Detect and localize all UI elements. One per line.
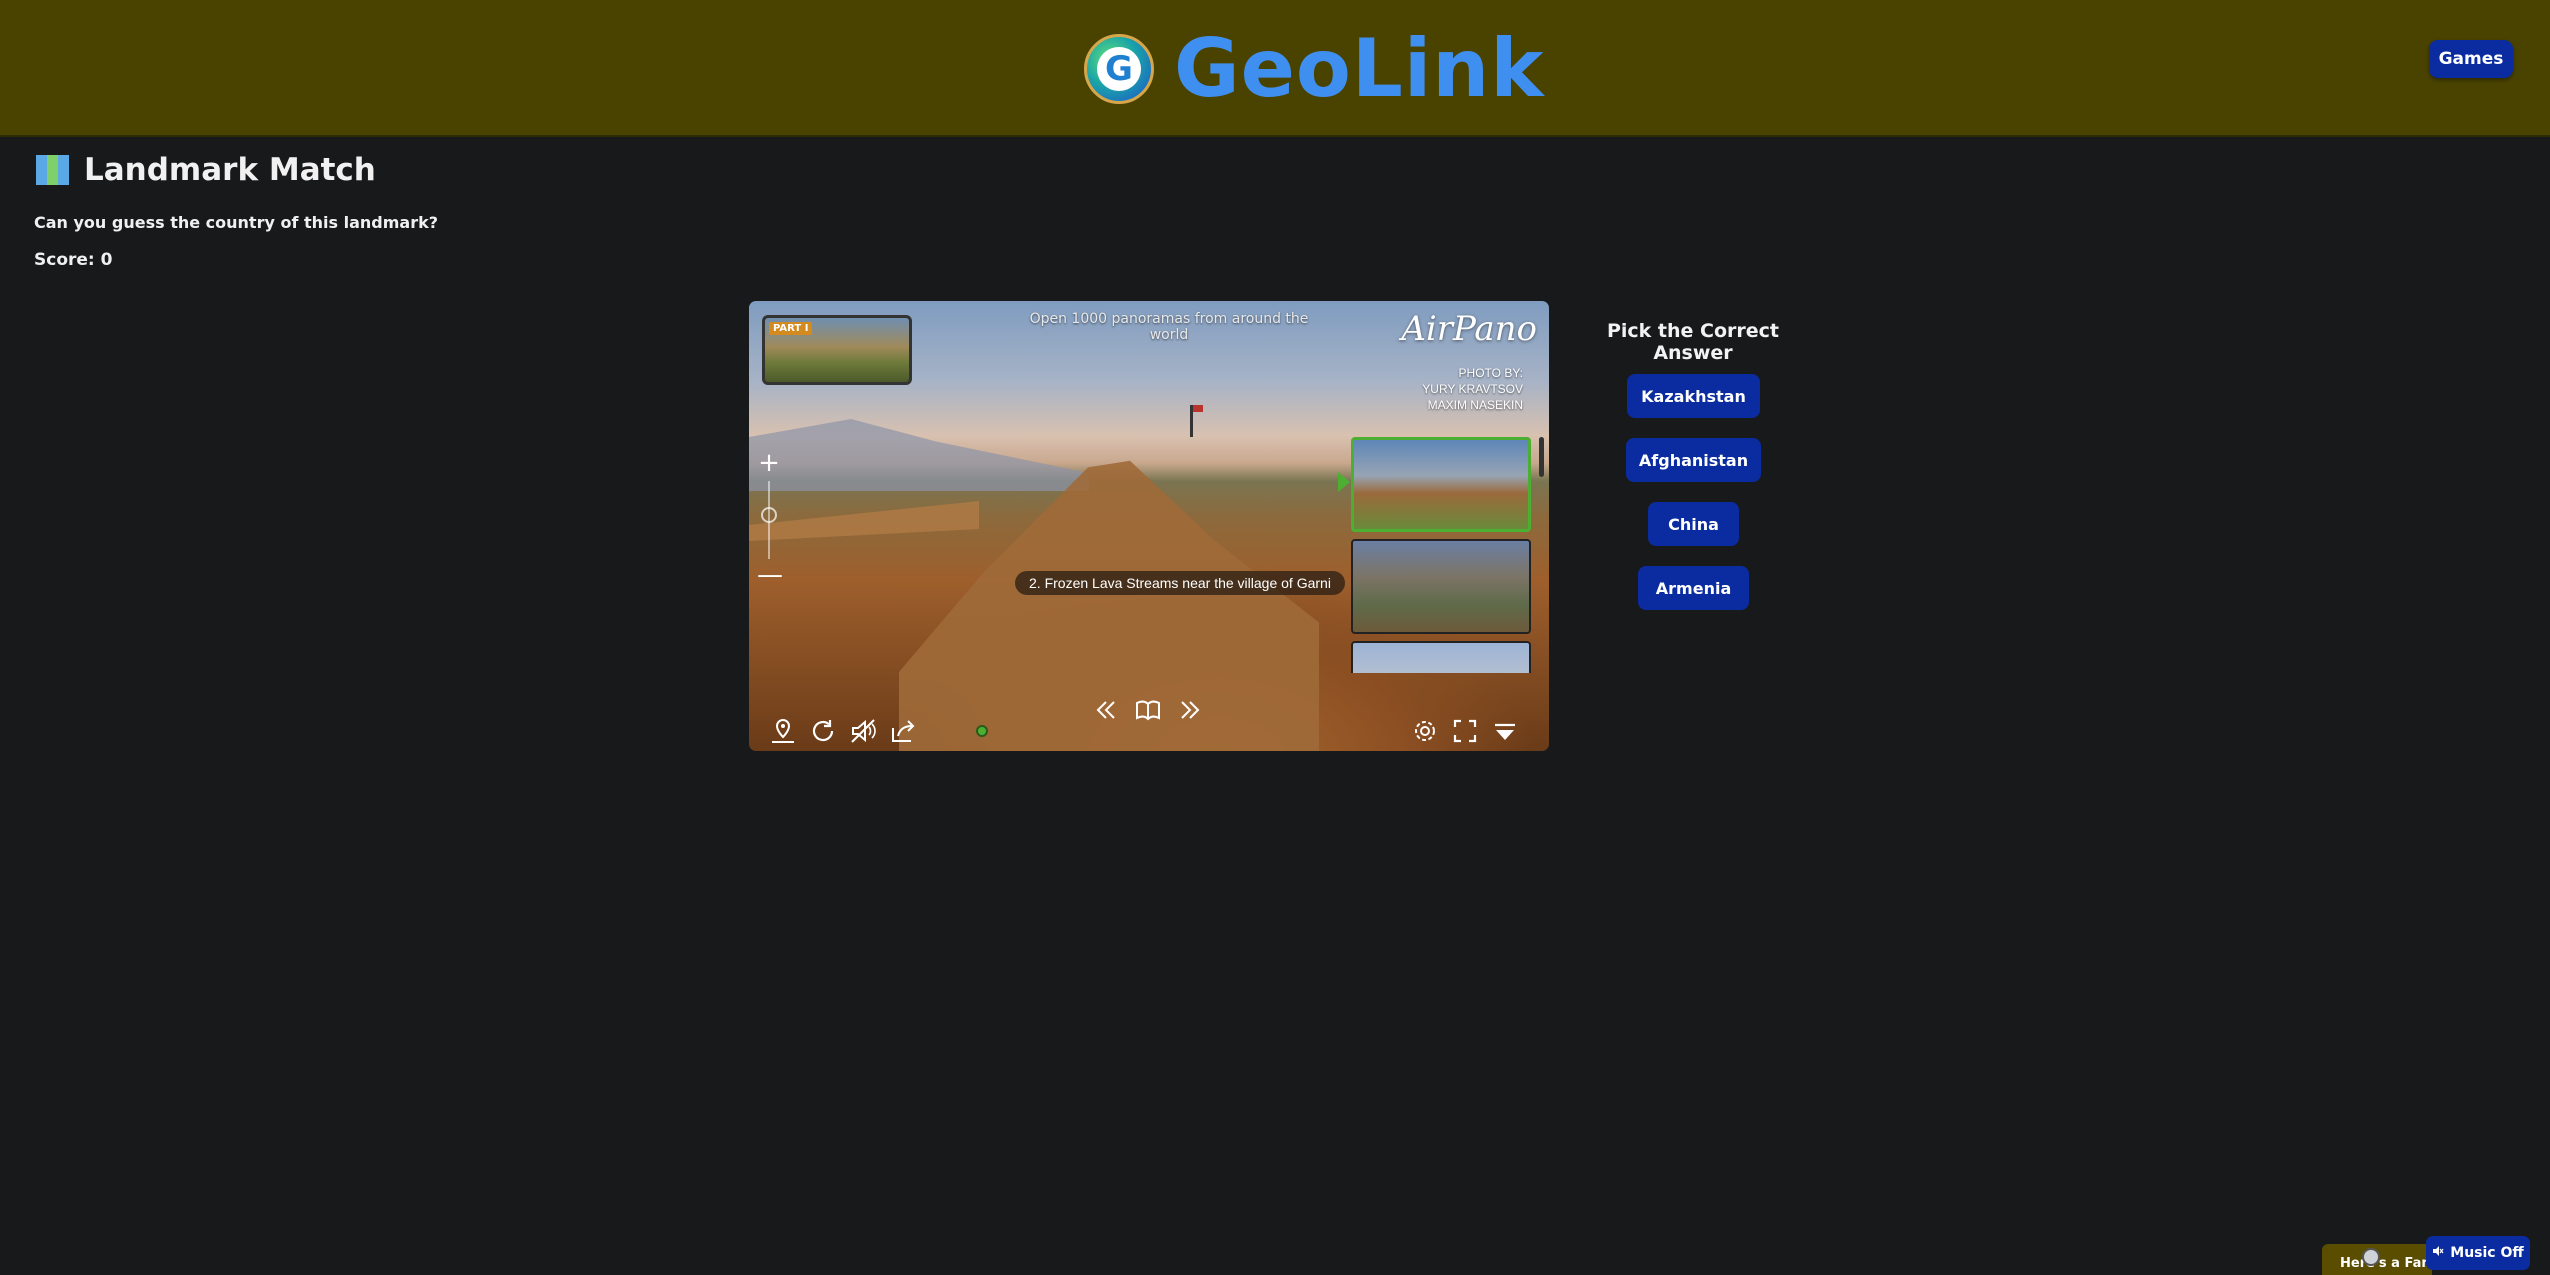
- photo-credit-line: MAXIM NASEKIN: [1427, 398, 1523, 412]
- panorama-caption: 2. Frozen Lava Streams near the village …: [1015, 571, 1345, 595]
- answers-heading: Pick the Correct Answer: [1606, 320, 1780, 364]
- zoom-out-button[interactable]: —: [757, 562, 783, 588]
- top-header: G GeoLink Games: [0, 0, 2550, 137]
- question-text: Can you guess the country of this landma…: [34, 213, 438, 232]
- location-dot-icon[interactable]: [976, 725, 988, 737]
- now-playing-widget[interactable]: Here's a Famo: [2322, 1244, 2432, 1275]
- prev-panorama-icon[interactable]: [1092, 695, 1122, 725]
- answer-button-kazakhstan[interactable]: Kazakhstan: [1627, 374, 1760, 418]
- photo-credit: PHOTO BY: YURY KRAVTSOV MAXIM NASEKIN: [1422, 365, 1523, 413]
- thumbnail-scrollbar[interactable]: [1539, 437, 1544, 477]
- flag-icon: [1190, 405, 1203, 437]
- viewer-tagline[interactable]: Open 1000 panoramas from around the worl…: [1009, 311, 1329, 343]
- part-thumbnail[interactable]: PART I: [762, 315, 912, 385]
- mute-icon[interactable]: [848, 716, 878, 746]
- player-knob-icon[interactable]: [2362, 1248, 2380, 1266]
- map-icon: [36, 155, 69, 185]
- panorama-thumbnail[interactable]: [1351, 641, 1531, 673]
- airpano-logo[interactable]: AirPano: [1401, 309, 1537, 349]
- panorama-thumbnail[interactable]: [1351, 539, 1531, 634]
- zoom-slider-knob[interactable]: [761, 507, 777, 523]
- score-display: Score: 0: [34, 250, 113, 270]
- answer-button-china[interactable]: China: [1648, 502, 1739, 546]
- games-button[interactable]: Games: [2429, 40, 2513, 78]
- part-tag: PART I: [769, 322, 813, 335]
- page-title: Landmark Match: [36, 152, 376, 188]
- zoom-in-button[interactable]: +: [757, 450, 781, 476]
- book-icon[interactable]: [1133, 695, 1163, 725]
- fullscreen-icon[interactable]: [1450, 716, 1480, 746]
- rotate-icon[interactable]: [808, 716, 838, 746]
- panorama-thumbnail-list[interactable]: [1351, 437, 1531, 673]
- photo-credit-line: YURY KRAVTSOV: [1422, 382, 1523, 396]
- music-toggle-button[interactable]: Music Off: [2426, 1236, 2530, 1270]
- music-toggle-label: Music Off: [2450, 1245, 2524, 1261]
- panorama-far-mountain: [749, 419, 1089, 491]
- answer-button-afghanistan[interactable]: Afghanistan: [1626, 438, 1761, 482]
- panorama-viewer[interactable]: PART I Open 1000 panoramas from around t…: [749, 301, 1549, 751]
- brand-name: GeoLink: [1174, 22, 1545, 115]
- settings-gear-icon[interactable]: [1410, 716, 1440, 746]
- zoom-control[interactable]: + —: [757, 450, 783, 591]
- speaker-muted-icon: [2432, 1245, 2444, 1261]
- page-title-text: Landmark Match: [84, 152, 376, 188]
- photo-credit-line: PHOTO BY:: [1458, 366, 1523, 380]
- panorama-fortress-wall: [749, 501, 979, 541]
- brand-logo[interactable]: G GeoLink: [1084, 22, 1545, 115]
- play-arrow-icon: [1338, 472, 1350, 492]
- logo-letter: G: [1097, 47, 1141, 91]
- now-playing-text: Here's a Famo: [2340, 1256, 2432, 1271]
- panorama-thumbnail[interactable]: [1351, 437, 1531, 532]
- collapse-menu-icon[interactable]: [1490, 716, 1520, 746]
- next-panorama-icon[interactable]: [1174, 695, 1204, 725]
- answer-button-armenia[interactable]: Armenia: [1638, 566, 1749, 610]
- globe-icon: G: [1084, 34, 1154, 104]
- share-icon[interactable]: [888, 716, 918, 746]
- map-pin-icon[interactable]: [768, 716, 798, 746]
